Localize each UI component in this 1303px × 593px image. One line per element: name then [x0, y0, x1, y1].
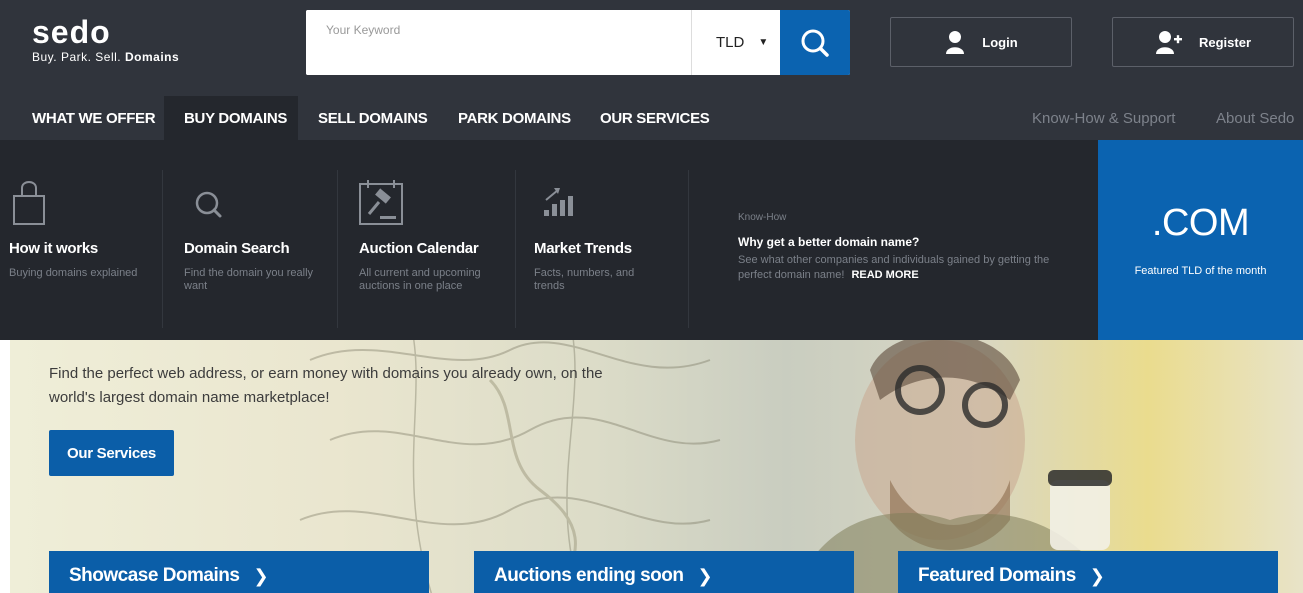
- menu-item-auction-calendar[interactable]: Auction Calendar All current and upcomin…: [338, 170, 516, 328]
- menu-description: Find the domain you really want: [184, 267, 314, 292]
- menu-description: Facts, numbers, and trends: [534, 267, 635, 292]
- menu-item-market-trends[interactable]: Market Trends Facts, numbers, and trends: [516, 170, 689, 328]
- tagline-bold: Domains: [124, 50, 180, 64]
- tile-label: Featured Domains: [918, 565, 1076, 586]
- menu-description: All current and upcoming auctions in one…: [359, 267, 481, 292]
- featured-tld-panel[interactable]: .COM Featured TLD of the month: [1098, 140, 1303, 340]
- caret-down-icon: ▼: [758, 37, 769, 48]
- menu-title: Auction Calendar: [359, 240, 479, 257]
- register-label: Register: [1198, 34, 1252, 50]
- menu-title: How it works: [9, 240, 98, 257]
- hero-description: Find the perfect web address, or earn mo…: [49, 365, 603, 406]
- search-bar: TLD ▼: [306, 10, 850, 75]
- menu-title: Domain Search: [184, 240, 290, 257]
- nav-know-how-support[interactable]: Know-How & Support: [1032, 96, 1175, 140]
- logo-name: sedo: [32, 14, 111, 50]
- menu-item-how-it-works[interactable]: How it works Buying domains explained: [0, 170, 163, 328]
- tile-label: Showcase Domains: [69, 565, 240, 586]
- chevron-right-icon: ❯: [253, 565, 269, 586]
- nav-what-we-offer[interactable]: WHAT WE OFFER: [0, 96, 164, 140]
- search-icon: [801, 29, 829, 57]
- search-button[interactable]: [780, 10, 850, 75]
- menu-description: Buying domains explained: [9, 267, 138, 279]
- register-button[interactable]: Register: [1112, 17, 1294, 67]
- main-nav: WHAT WE OFFER BUY DOMAINS SELL DOMAINS P…: [0, 96, 1303, 140]
- showcase-domains-tile[interactable]: Showcase Domains ❯: [49, 551, 429, 593]
- auction-gavel-icon: [359, 180, 403, 225]
- logo-tagline: Buy. Park. Sell. Domains: [32, 50, 179, 64]
- nav-park-domains[interactable]: PARK DOMAINS: [458, 96, 571, 140]
- login-button[interactable]: Login: [890, 17, 1072, 67]
- buy-domains-mega-menu: How it works Buying domains explained Do…: [0, 140, 1098, 340]
- read-more-link[interactable]: READ MORE: [851, 269, 918, 281]
- tagline-plain: Buy. Park. Sell.: [32, 50, 122, 64]
- auctions-ending-soon-tile[interactable]: Auctions ending soon ❯: [474, 551, 854, 593]
- login-label: Login: [982, 34, 1018, 50]
- shopping-bag-icon: [13, 181, 45, 225]
- trend-chart-icon: [544, 188, 573, 216]
- know-how-label: Know-How: [738, 212, 787, 223]
- header: sedo Buy. Park. Sell. Domains TLD ▼ Logi…: [0, 0, 1303, 96]
- know-how-description: See what other companies and individuals…: [738, 253, 1068, 283]
- add-user-icon: [1155, 31, 1182, 54]
- hero-section: Find the perfect web address, or earn mo…: [10, 340, 1303, 593]
- chevron-right-icon: ❯: [697, 565, 713, 586]
- nav-sell-domains[interactable]: SELL DOMAINS: [318, 96, 428, 140]
- tld-label: TLD: [716, 34, 745, 51]
- menu-item-domain-search[interactable]: Domain Search Find the domain you really…: [163, 170, 338, 328]
- know-how-title[interactable]: Why get a better domain name?: [738, 235, 919, 249]
- featured-tld: .COM: [1151, 202, 1250, 244]
- nav-about-sedo[interactable]: About Sedo: [1216, 96, 1294, 140]
- our-services-button[interactable]: Our Services: [49, 430, 174, 476]
- magnifier-icon: [195, 191, 222, 218]
- featured-domains-tile[interactable]: Featured Domains ❯: [898, 551, 1278, 593]
- sedo-logo[interactable]: sedo Buy. Park. Sell. Domains: [32, 16, 179, 64]
- chevron-right-icon: ❯: [1089, 565, 1105, 586]
- tile-label: Auctions ending soon: [494, 565, 684, 586]
- user-icon: [946, 31, 965, 54]
- featured-tld-caption: Featured TLD of the month: [1134, 265, 1267, 277]
- nav-our-services[interactable]: OUR SERVICES: [600, 96, 710, 140]
- nav-buy-domains[interactable]: BUY DOMAINS: [164, 96, 298, 140]
- keyword-input[interactable]: [306, 10, 691, 75]
- tld-select[interactable]: TLD ▼: [691, 10, 780, 75]
- menu-title: Market Trends: [534, 240, 632, 257]
